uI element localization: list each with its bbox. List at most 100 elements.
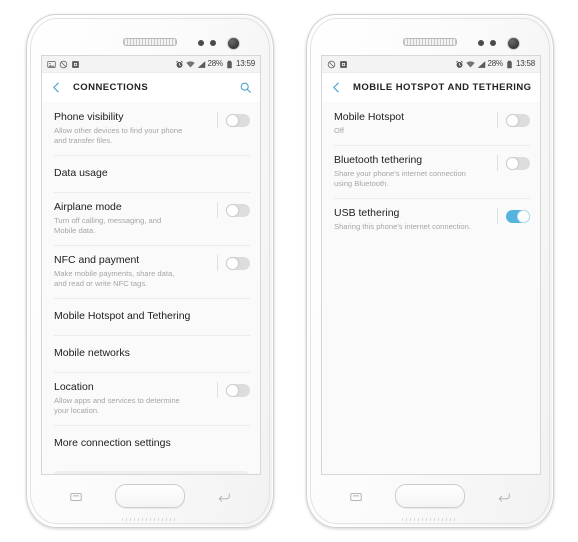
light-sensor-icon: [210, 40, 216, 46]
toggle-switch[interactable]: [226, 383, 250, 397]
app-badge-icon: [339, 60, 348, 69]
list-item-title: Data usage: [54, 167, 108, 179]
list-item-title: NFC and payment: [54, 254, 140, 266]
list-item[interactable]: Mobile networks: [42, 335, 260, 372]
alarm-icon: [175, 60, 184, 69]
toggle-switch[interactable]: [226, 256, 250, 270]
list-item-text: Location Allow apps and services to dete…: [54, 381, 209, 416]
toggle-knob: [226, 383, 239, 397]
list-item[interactable]: Phone visibility Allow other devices to …: [42, 102, 260, 155]
screenshot-stage: 28% 13:59 CONNECTIONS Phone visibility A…: [0, 0, 578, 542]
home-button[interactable]: [395, 484, 465, 508]
proximity-sensor-icon: [198, 40, 204, 46]
toggle-switch[interactable]: [506, 156, 530, 170]
list-item-bluetooth-tethering[interactable]: Bluetooth tethering Share your phone's i…: [322, 145, 540, 198]
toggle-knob: [506, 156, 519, 170]
toggle-knob: [506, 113, 519, 127]
phone-screen: 28% 13:58 MOBILE HOTSPOT AND TETHERING M…: [321, 55, 541, 475]
search-icon[interactable]: [239, 81, 252, 94]
toggle-switch[interactable]: [226, 113, 250, 127]
list-item[interactable]: Location Allow apps and services to dete…: [42, 372, 260, 425]
phone-device-connections: 28% 13:59 CONNECTIONS Phone visibility A…: [26, 14, 274, 528]
status-bar-right-icons: 28% 13:59: [175, 60, 255, 69]
earpiece-speaker: [123, 38, 177, 46]
wifi-icon: [185, 60, 195, 69]
status-bar: 28% 13:59: [42, 56, 260, 73]
circle-slash-icon: [327, 60, 336, 69]
list-item-text: Mobile Hotspot Off: [334, 111, 489, 136]
list-item-mobile-hotspot-and-tethering[interactable]: Mobile Hotspot and Tethering: [42, 298, 260, 335]
toggle-area: [489, 111, 530, 128]
status-bar-clock: 13:59: [235, 59, 255, 68]
toggle-switch[interactable]: [226, 203, 250, 217]
list-item-subtitle: Allow apps and services to determine you…: [54, 396, 180, 415]
page-title: MOBILE HOTSPOT AND TETHERING: [353, 82, 532, 93]
toggle-divider: [217, 382, 218, 398]
toggle-area: [209, 254, 250, 271]
settings-list[interactable]: Mobile Hotspot Off Bluetooth tethering S…: [322, 102, 540, 474]
toggle-switch[interactable]: [506, 113, 530, 127]
list-item[interactable]: Airplane mode Turn off calling, messagin…: [42, 192, 260, 245]
list-item-text: NFC and payment Make mobile payments, sh…: [54, 254, 209, 289]
toggle-area: [209, 201, 250, 218]
list-item-title: More connection settings: [54, 437, 171, 449]
battery-percent: 28%: [207, 59, 224, 68]
toggle-divider: [497, 112, 498, 128]
list-item-title: Location: [54, 381, 94, 393]
list-item-subtitle: Off: [334, 126, 344, 135]
list-item-text: Phone visibility Allow other devices to …: [54, 111, 209, 146]
toggle-divider: [497, 208, 498, 224]
toggle-area: [489, 154, 530, 171]
list-item[interactable]: More connection settings: [42, 425, 260, 462]
toggle-knob: [517, 209, 530, 223]
back-chevron-icon[interactable]: [50, 81, 63, 94]
battery-percent: 28%: [487, 59, 504, 68]
app-badge-icon: [71, 60, 80, 69]
status-bar-clock: 13:58: [515, 59, 535, 68]
toggle-switch[interactable]: [506, 209, 530, 223]
list-item-title: Phone visibility: [54, 111, 124, 123]
toggle-divider: [497, 155, 498, 171]
list-item-text: USB tethering Sharing this phone's inter…: [334, 207, 489, 232]
toggle-area: [209, 381, 250, 398]
list-item-title: Mobile Hotspot and Tethering: [54, 310, 191, 322]
earpiece-speaker: [403, 38, 457, 46]
signal-icon: [197, 60, 206, 69]
list-item-title: Mobile networks: [54, 347, 130, 359]
status-bar-right-icons: 28% 13:58: [455, 60, 535, 69]
microphone-grille: [122, 518, 178, 521]
list-item-subtitle: Make mobile payments, share data, and re…: [54, 269, 175, 288]
toggle-divider: [217, 255, 218, 271]
front-camera-icon: [227, 37, 240, 50]
status-bar-left-icons: [47, 60, 80, 69]
list-item-subtitle: Share your phone's internet connection u…: [334, 169, 466, 188]
recents-icon[interactable]: [68, 490, 84, 504]
list-item-text: More connection settings: [54, 437, 250, 450]
home-button[interactable]: [115, 484, 185, 508]
toggle-divider: [217, 202, 218, 218]
settings-list[interactable]: Phone visibility Allow other devices to …: [42, 102, 260, 474]
list-item-subtitle: Turn off calling, messaging, and Mobile …: [54, 216, 162, 235]
front-camera-icon: [507, 37, 520, 50]
toggle-knob: [226, 113, 239, 127]
list-item-subtitle: Sharing this phone's internet connection…: [334, 222, 471, 231]
list-item-text: Bluetooth tethering Share your phone's i…: [334, 154, 489, 189]
phone-device-hotspot: 28% 13:58 MOBILE HOTSPOT AND TETHERING M…: [306, 14, 554, 528]
image-icon: [47, 60, 56, 69]
back-icon[interactable]: [496, 490, 512, 504]
app-bar: CONNECTIONS: [42, 73, 260, 102]
list-item-usb-tethering[interactable]: USB tethering Sharing this phone's inter…: [322, 198, 540, 241]
list-item-subtitle: Allow other devices to find your phone a…: [54, 126, 183, 145]
toggle-knob: [226, 256, 239, 270]
recents-icon[interactable]: [348, 490, 364, 504]
light-sensor-icon: [490, 40, 496, 46]
back-chevron-icon[interactable]: [330, 81, 343, 94]
list-item[interactable]: Data usage: [42, 155, 260, 192]
list-item[interactable]: NFC and payment Make mobile payments, sh…: [42, 245, 260, 298]
battery-icon: [225, 60, 234, 69]
list-item-mobile-hotspot[interactable]: Mobile Hotspot Off: [322, 102, 540, 145]
toggle-knob: [226, 203, 239, 217]
promo-card: LOOKING FOR SOMETHING ELSE? SAMSUNG CLOU…: [54, 471, 248, 474]
back-icon[interactable]: [216, 490, 232, 504]
list-item-text: Airplane mode Turn off calling, messagin…: [54, 201, 209, 236]
